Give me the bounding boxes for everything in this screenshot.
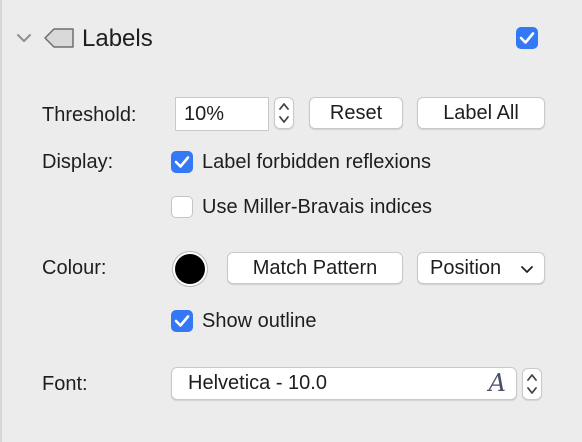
colour-swatch[interactable] (171, 250, 209, 288)
label-forbidden-text[interactable]: Label forbidden reflexions (202, 150, 431, 174)
label-forbidden-checkbox[interactable] (171, 151, 193, 173)
colour-swatch-fill (175, 254, 205, 284)
match-pattern-button[interactable]: Match Pattern (227, 252, 403, 284)
miller-bravais-checkbox[interactable] (171, 196, 193, 218)
threshold-value: 10% (184, 103, 225, 125)
stepper-arrows-icon (279, 103, 289, 123)
threshold-stepper[interactable] (274, 97, 294, 129)
show-outline-checkbox[interactable] (171, 310, 193, 332)
font-label: Font: (42, 373, 88, 395)
position-popup[interactable]: Position (417, 252, 545, 284)
font-value: Helvetica - 10.0 (188, 372, 327, 394)
threshold-input[interactable]: 10% (175, 97, 269, 131)
miller-bravais-text[interactable]: Use Miller-Bravais indices (202, 195, 432, 219)
font-picker-icon[interactable]: A (489, 368, 506, 398)
panel-left-border (0, 0, 2, 442)
section-title: Labels (82, 25, 153, 52)
stepper-arrows-icon (527, 374, 537, 394)
colour-label: Colour: (42, 257, 107, 279)
threshold-label: Threshold: (42, 104, 137, 126)
disclosure-chevron[interactable] (14, 30, 34, 46)
font-size-stepper[interactable] (522, 368, 542, 400)
show-outline-text[interactable]: Show outline (202, 309, 317, 333)
checkmark-icon (174, 156, 190, 168)
checkmark-icon (519, 32, 535, 44)
position-value: Position (430, 257, 502, 279)
label-all-button[interactable]: Label All (417, 97, 545, 129)
display-label: Display: (42, 151, 114, 173)
tag-icon (42, 27, 76, 49)
chevron-down-icon (521, 266, 533, 273)
labels-enabled-checkbox[interactable] (516, 27, 538, 49)
chevron-down-icon (17, 34, 31, 42)
checkmark-icon (174, 315, 190, 327)
font-field[interactable]: Helvetica - 10.0 A (171, 367, 517, 400)
reset-button[interactable]: Reset (309, 97, 403, 129)
